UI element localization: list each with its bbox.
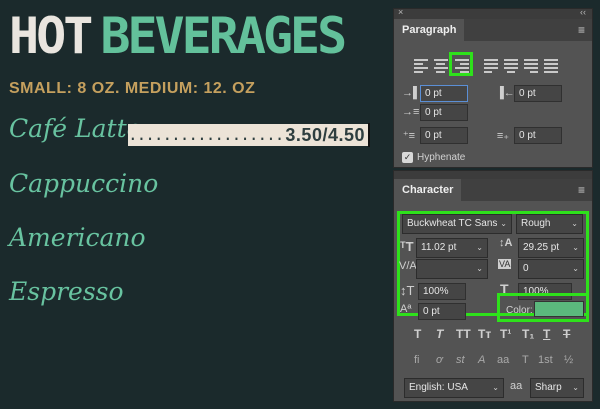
chevron-down-icon: ⌄ <box>572 383 579 392</box>
leading-value: 29.25 pt <box>523 242 560 253</box>
menu-item-cafe-latte[interactable]: Café Latte <box>9 114 141 143</box>
chevron-down-icon: ⌄ <box>476 264 483 273</box>
tab-character[interactable]: Character <box>394 179 462 201</box>
tracking-value: 0 <box>523 263 529 274</box>
justify-right-icon[interactable] <box>524 59 538 73</box>
language-value: English: USA <box>409 382 468 393</box>
text-cursor <box>368 123 370 147</box>
chevron-down-icon: ⌄ <box>572 243 579 252</box>
first-line-indent-icon: →≡ <box>402 106 420 118</box>
panel-title-strip <box>394 171 592 179</box>
font-size-value: 11.02 pt <box>421 242 457 253</box>
indent-right-field[interactable]: 0 pt <box>514 85 562 102</box>
baseline-shift-field[interactable]: 0 pt <box>418 303 466 320</box>
chevron-down-icon: ⌄ <box>476 243 483 252</box>
panel-title-strip: × ‹‹ <box>394 7 592 19</box>
font-size-field[interactable]: 11.02 pt ⌄ <box>416 238 488 258</box>
indent-right-icon: ▐← <box>496 87 515 99</box>
kerning-icon: V/A <box>399 260 417 272</box>
space-after-icon: ≡₊ <box>496 130 510 142</box>
selected-text-highlight[interactable]: ...................... 3.50/4.50 <box>128 124 368 146</box>
ordinals-icon[interactable]: 1st <box>538 354 553 366</box>
size-note: SMALL: 8 OZ. MEDIUM: 12. OZ <box>9 80 256 97</box>
old-style-icon[interactable]: ơ <box>436 354 443 366</box>
price-leader: ...................... <box>128 125 285 144</box>
stylistic-alternates-icon[interactable]: aa <box>497 354 509 366</box>
leading-field[interactable]: 29.25 pt ⌄ <box>518 238 584 258</box>
menu-title: HOT BEVERAGES <box>9 6 347 66</box>
justify-left-icon[interactable] <box>484 59 498 73</box>
document-canvas[interactable]: HOT BEVERAGES SMALL: 8 OZ. MEDIUM: 12. OZ… <box>0 0 392 409</box>
price-text: 3.50/4.50 <box>285 124 365 145</box>
align-right-highlight <box>449 52 473 76</box>
anti-alias-dropdown[interactable]: Sharp ⌄ <box>530 378 584 398</box>
color-highlight <box>497 293 589 322</box>
ligatures-icon[interactable]: fi <box>414 354 420 366</box>
paragraph-panel: × ‹‹ Paragraph ≡ →▌ 0 pt ▐← 0 pt →≡ 0 pt… <box>393 7 593 168</box>
paragraph-tabbar: Paragraph ≡ <box>394 19 592 41</box>
kerning-field[interactable]: ⌄ <box>416 259 488 279</box>
hyphenate-checkbox[interactable]: ✓ <box>402 152 413 163</box>
hyphenate-label: Hyphenate <box>417 152 466 163</box>
menu-item-espresso[interactable]: Espresso <box>9 277 124 306</box>
titling-alternates-icon[interactable]: T <box>522 354 529 366</box>
indent-left-field[interactable]: 0 pt <box>420 85 468 102</box>
swash-icon[interactable]: A <box>478 354 485 366</box>
discretionary-ligatures-icon[interactable]: st <box>456 354 465 366</box>
space-before-field[interactable]: 0 pt <box>420 127 468 144</box>
font-size-icon: ᵀT <box>400 239 414 254</box>
close-icon[interactable]: × <box>398 7 403 17</box>
title-word-hot: HOT <box>9 7 93 65</box>
baseline-shift-icon: Aª <box>400 303 412 315</box>
character-panel: Character ≡ Buckwheat TC Sans ⌄ Rough ⌄ ᵀT… <box>393 170 593 402</box>
fractions-icon[interactable]: ½ <box>564 354 573 366</box>
tracking-icon: VA <box>498 259 512 269</box>
justify-all-icon[interactable] <box>544 59 558 73</box>
all-caps-icon[interactable]: TT <box>456 327 471 341</box>
indent-left-icon: →▌ <box>402 87 421 99</box>
leading-icon: ↕A <box>499 237 513 249</box>
strikethrough-icon[interactable]: T <box>563 327 570 341</box>
collapse-icon[interactable]: ‹‹ <box>580 7 586 17</box>
justify-center-icon[interactable] <box>504 59 518 73</box>
faux-italic-icon[interactable]: T <box>436 327 443 341</box>
vertical-scale-field[interactable]: 100% <box>418 283 466 300</box>
panel-menu-icon[interactable]: ≡ <box>578 23 585 37</box>
language-dropdown[interactable]: English: USA ⌄ <box>404 378 504 398</box>
menu-item-cappuccino[interactable]: Cappuccino <box>9 169 158 198</box>
align-left-icon[interactable] <box>414 59 428 73</box>
small-caps-icon[interactable]: Tт <box>478 327 491 341</box>
space-after-field[interactable]: 0 pt <box>514 127 562 144</box>
faux-bold-icon[interactable]: T <box>414 327 421 341</box>
align-center-icon[interactable] <box>434 59 448 73</box>
tracking-field[interactable]: 0 ⌄ <box>518 259 584 279</box>
anti-alias-icon: aa <box>510 380 523 392</box>
first-line-indent-field[interactable]: 0 pt <box>420 104 468 121</box>
anti-alias-value: Sharp <box>535 382 562 393</box>
chevron-down-icon: ⌄ <box>572 264 579 273</box>
subscript-icon[interactable]: T₁ <box>522 327 534 341</box>
menu-item-americano[interactable]: Americano <box>9 223 146 252</box>
chevron-down-icon: ⌄ <box>492 383 499 392</box>
space-before-icon: ⁺≡ <box>402 130 416 142</box>
title-word-beverages: BEVERAGES <box>100 7 347 65</box>
panel-menu-icon[interactable]: ≡ <box>578 183 585 197</box>
tab-paragraph[interactable]: Paragraph <box>394 19 465 41</box>
vertical-scale-icon: ↕T <box>400 283 415 298</box>
superscript-icon[interactable]: T¹ <box>500 327 511 341</box>
underline-icon[interactable]: T <box>543 327 550 341</box>
character-tabbar: Character ≡ <box>394 179 592 201</box>
